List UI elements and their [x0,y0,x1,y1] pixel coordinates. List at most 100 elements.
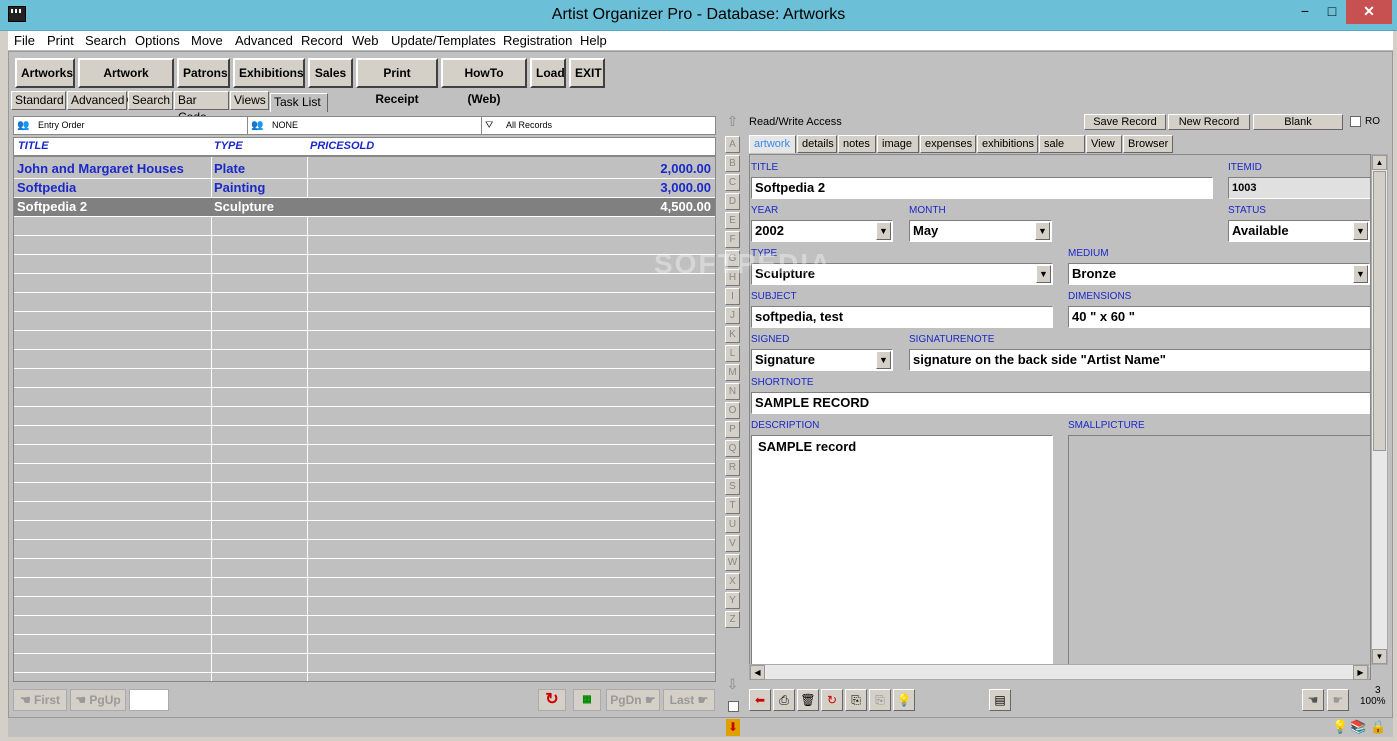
sort-order-selector[interactable]: 👥 Entry Order [14,117,248,134]
alpha-s[interactable]: S [725,478,740,495]
tab-standard[interactable]: Standard [11,91,66,110]
tab-views[interactable]: Views [230,91,269,110]
horizontal-scrollbar[interactable]: ◀ ▶ [749,664,1369,680]
tab-advanced[interactable]: Advanced [67,91,127,110]
tab-task-list[interactable]: Task List [270,93,328,112]
alpha-t[interactable]: T [725,497,740,514]
dimensions-field[interactable]: 40 " x 60 " [1068,306,1370,328]
exhibitions-button[interactable]: Exhibitions [233,58,305,88]
alpha-u[interactable]: U [725,516,740,533]
scroll-right-icon[interactable]: ▶ [1353,665,1368,680]
alpha-f[interactable]: F [725,231,740,248]
status-select[interactable]: Available ▼ [1228,220,1370,242]
tab-image[interactable]: image [877,135,919,153]
menu-registration[interactable]: Registration [503,33,572,48]
scroll-up-icon[interactable]: ▲ [1372,155,1387,170]
delete-button[interactable]: 🗑 [797,689,819,711]
alpha-m[interactable]: M [725,364,740,381]
column-title[interactable]: TITLE [18,140,49,152]
tab-artwork[interactable]: artwork [749,135,796,153]
tab-exhibitions[interactable]: exhibitions [977,135,1038,153]
menu-print[interactable]: Print [47,33,74,48]
alpha-n[interactable]: N [725,383,740,400]
filter-selector[interactable]: 👥 NONE [248,117,482,134]
alpha-checkbox[interactable] [728,701,739,712]
scroll-down-arrow-icon[interactable]: ⇩ [725,677,740,694]
books-icon[interactable]: 📚 [1350,719,1366,735]
table-row-selected[interactable]: Softpedia 2 Sculpture 4,500.00 [14,198,715,217]
alpha-y[interactable]: Y [725,592,740,609]
sales-button[interactable]: Sales [308,58,353,88]
vertical-scrollbar[interactable]: ▲ ▼ [1371,154,1388,665]
alpha-d[interactable]: D [725,193,740,210]
scroll-thumb[interactable] [1373,171,1386,451]
alpha-e[interactable]: E [725,212,740,229]
tab-sale[interactable]: sale [1039,135,1085,153]
save-form-button[interactable]: ▤ [989,689,1011,711]
duplicate-record-button[interactable]: ⎘ [869,689,891,711]
small-picture-frame[interactable] [1068,435,1370,667]
alpha-z[interactable]: Z [725,611,740,628]
signed-select[interactable]: Signature ▼ [751,349,893,371]
menu-file[interactable]: File [14,33,35,48]
exit-button[interactable]: EXIT [569,58,605,88]
table-row[interactable]: Softpedia Painting 3,000.00 [14,179,715,198]
minimize-button[interactable]: − [1292,0,1318,24]
records-selector[interactable]: ⛛ All Records [482,117,715,134]
back-arrow-button[interactable]: ⬅ [749,689,771,711]
lock-icon[interactable]: 🔒 [1370,719,1386,735]
patrons-button[interactable]: Patrons [177,58,230,88]
tab-view[interactable]: View [1086,135,1122,153]
previous-record-button[interactable]: ☚ [1302,689,1324,711]
menu-move[interactable]: Move [191,33,223,48]
blank-button[interactable]: Blank [1253,114,1343,130]
last-button[interactable]: Last ☛ [663,689,715,711]
alpha-r[interactable]: R [725,459,740,476]
pgdn-button[interactable]: PgDn ☛ [606,689,660,711]
chevron-down-icon[interactable]: ▼ [1035,222,1050,240]
refresh-record-button[interactable]: ↻ [821,689,843,711]
alpha-l[interactable]: L [725,345,740,362]
alpha-q[interactable]: Q [725,440,740,457]
tab-browser[interactable]: Browser [1123,135,1173,153]
menu-search[interactable]: Search [85,33,126,48]
close-button[interactable]: ✕ [1346,0,1392,24]
tab-expenses[interactable]: expenses [920,135,976,153]
year-select[interactable]: 2002 ▼ [751,220,893,242]
alpha-v[interactable]: V [725,535,740,552]
load-button[interactable]: Load [530,58,566,88]
howto-web-button[interactable]: HowTo (Web) [441,58,527,106]
tab-details[interactable]: details [797,135,837,153]
menu-record[interactable]: Record [301,33,343,48]
alpha-x[interactable]: X [725,573,740,590]
down-arrow-icon[interactable]: ⬇ [726,719,740,736]
column-type[interactable]: TYPE [214,140,243,152]
abc-grid-button[interactable]: ▦ [573,689,601,711]
save-record-button[interactable]: Save Record [1084,114,1166,130]
pgup-button[interactable]: ☚ PgUp [70,689,126,711]
description-field[interactable]: SAMPLE record [751,435,1053,667]
scroll-left-icon[interactable]: ◀ [750,665,765,680]
artworks-button[interactable]: Artworks [15,58,75,88]
next-record-button[interactable]: ☛ [1327,689,1349,711]
print-receipt-button[interactable]: Print Receipt [356,58,438,106]
alpha-a[interactable]: A [725,136,740,153]
menu-advanced[interactable]: Advanced [235,33,293,48]
menu-help[interactable]: Help [580,33,607,48]
print-button[interactable]: ⎙ [773,689,795,711]
page-jump-input[interactable] [129,689,169,711]
copy-record-button[interactable]: ⎘ [845,689,867,711]
subject-field[interactable]: softpedia, test [751,306,1053,328]
alpha-i[interactable]: I [725,288,740,305]
alpha-o[interactable]: O [725,402,740,419]
chevron-down-icon[interactable]: ▼ [876,222,891,240]
menu-web[interactable]: Web [352,33,379,48]
first-button[interactable]: ☚ First [13,689,67,711]
alpha-k[interactable]: K [725,326,740,343]
tips-button[interactable]: 💡 [893,689,915,711]
refresh-button[interactable]: ↻ [538,689,566,711]
medium-select[interactable]: Bronze ▼ [1068,263,1370,285]
chevron-down-icon[interactable]: ▼ [1036,265,1051,283]
maximize-button[interactable]: □ [1319,0,1345,24]
menu-update-templates[interactable]: Update/Templates [391,33,496,48]
